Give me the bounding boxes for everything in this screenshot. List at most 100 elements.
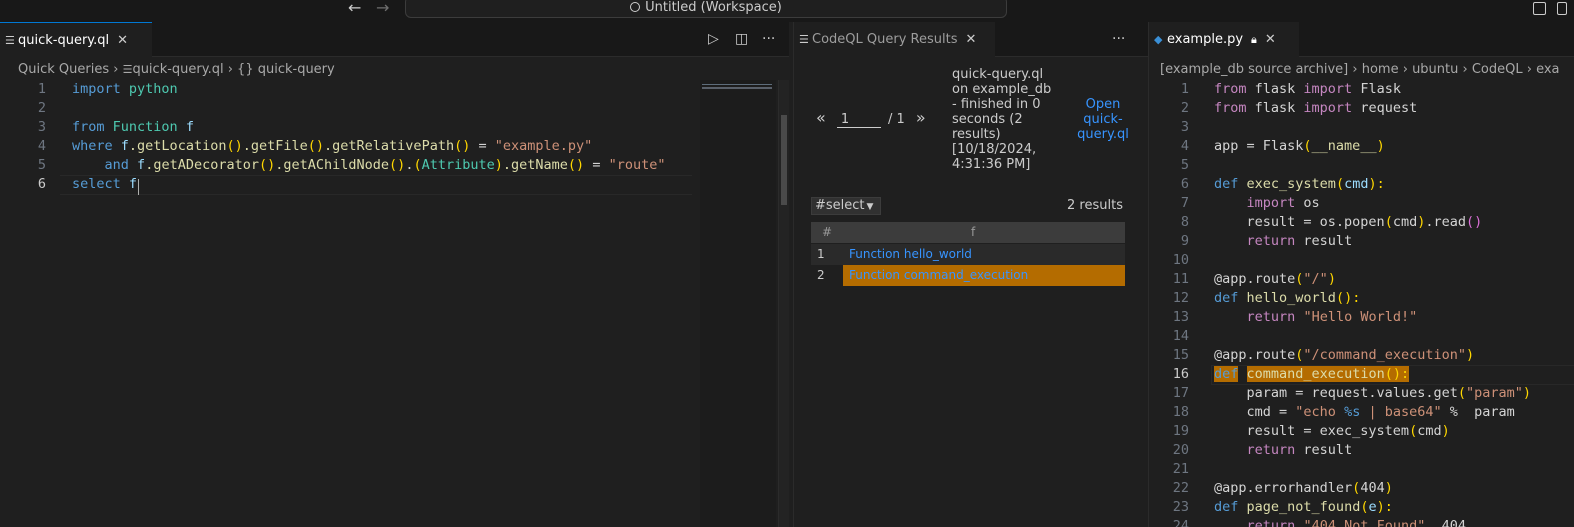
toggle-sidebar-icon[interactable] xyxy=(1533,2,1546,15)
line-number: 3 xyxy=(1180,119,1189,135)
table-row[interactable]: 1 Function hello_world xyxy=(811,244,1125,265)
code-line[interactable]: 6 select f xyxy=(0,175,137,194)
command-center[interactable]: Untitled (Workspace) xyxy=(405,0,1007,18)
code-token: cmd = xyxy=(1214,404,1296,420)
breadcrumb-item[interactable]: quick-query.ql xyxy=(132,62,223,77)
code-line[interactable]: 19 result = exec_system(cmd) xyxy=(1149,422,1450,441)
breadcrumb-item[interactable]: exa xyxy=(1536,62,1559,77)
tab-codeql-results[interactable]: ☰ CodeQL Query Results ✕ xyxy=(794,22,995,57)
code-line[interactable]: 6 def exec_system(cmd): xyxy=(1149,175,1385,194)
code-line[interactable]: 1 import python xyxy=(0,80,178,99)
code-line[interactable]: 18 cmd = "echo %s | base64" % param xyxy=(1149,403,1515,422)
code-line[interactable]: 4 where f.getLocation().getFile().getRela… xyxy=(0,137,592,156)
code-line[interactable]: 7 import os xyxy=(1149,194,1320,213)
code-line[interactable]: 17 param = request.values.get("param") xyxy=(1149,384,1531,403)
code-token: "param" xyxy=(1465,385,1523,401)
code-line[interactable]: 4 app = Flask(__name__) xyxy=(1149,137,1385,156)
code-text: @app.route("/command_execution") xyxy=(1214,346,1474,365)
code-line[interactable]: 12 def hello_world(): xyxy=(1149,289,1361,308)
result-set-select[interactable]: #select ▼ xyxy=(811,197,881,215)
table-row[interactable]: 2 Function command_execution xyxy=(811,265,1125,286)
code-token: ): xyxy=(1368,176,1385,192)
code-line[interactable]: 3 xyxy=(1149,118,1189,137)
line-number: 21 xyxy=(1172,461,1189,477)
forward-arrow-icon[interactable]: → xyxy=(376,0,389,16)
code-line[interactable]: 22 @app.errorhandler(404) xyxy=(1149,479,1393,498)
code-line[interactable]: 5 and f.getADecorator().getAChildNode().… xyxy=(0,156,666,175)
code-token: os xyxy=(1295,195,1320,211)
line-number: 5 xyxy=(37,157,46,173)
code-editor[interactable]: 1 from flask import Flask 2 from flask impo… xyxy=(1149,80,1531,527)
code-line[interactable]: 24 return "404 Not Found", 404 xyxy=(1149,517,1466,527)
code-line[interactable]: 9 return result xyxy=(1149,232,1352,251)
more-actions-icon[interactable]: ··· xyxy=(1112,22,1125,57)
previous-page-icon[interactable]: « xyxy=(816,108,826,127)
breadcrumb-item[interactable]: Quick Queries xyxy=(18,62,109,77)
code-line[interactable]: 20 return result xyxy=(1149,441,1352,460)
code-token: Function xyxy=(112,119,178,135)
tab-quick-query[interactable]: ☰ quick-query.ql ✕ xyxy=(0,22,152,57)
workspace-title: Untitled (Workspace) xyxy=(645,0,782,15)
breadcrumb-item[interactable]: [example_db source archive] xyxy=(1160,62,1348,77)
line-number: 8 xyxy=(1180,214,1189,230)
result-link[interactable]: Function command_execution xyxy=(849,268,1028,282)
code-line[interactable]: 11 @app.route("/") xyxy=(1149,270,1336,289)
more-actions-icon[interactable]: ··· xyxy=(762,22,775,57)
vertical-scrollbar[interactable] xyxy=(778,80,789,527)
code-token: f xyxy=(137,157,146,173)
code-token: param = request.values.get xyxy=(1214,385,1458,401)
code-line[interactable]: 3 from Function f xyxy=(0,118,194,137)
code-editor[interactable]: 1 import python 2 3 from Function f 4 where f.… xyxy=(0,80,666,194)
close-icon[interactable]: ✕ xyxy=(117,33,128,48)
code-token: .getADecorator xyxy=(145,157,259,173)
split-editor-icon[interactable]: ◫ xyxy=(735,22,748,57)
code-line[interactable]: 23 def page_not_found(e): xyxy=(1149,498,1393,517)
code-token: import xyxy=(1303,100,1353,116)
code-line[interactable]: 21 xyxy=(1149,460,1189,479)
code-token: return xyxy=(1246,233,1296,249)
tab-example-py[interactable]: ◆ example.py 🔒︎ ✕ xyxy=(1149,22,1299,57)
code-line[interactable]: 2 from flask import request xyxy=(1149,99,1417,118)
back-arrow-icon[interactable]: ← xyxy=(348,0,361,16)
run-query-icon[interactable]: ▷ xyxy=(708,22,719,57)
close-icon[interactable]: ✕ xyxy=(1265,32,1276,47)
code-token: "/command_execution" xyxy=(1303,347,1466,363)
toggle-panel-icon[interactable] xyxy=(1557,2,1567,15)
results-tabs: ☰ CodeQL Query Results ✕ ··· xyxy=(794,22,1148,57)
code-line[interactable]: 1 from flask import Flask xyxy=(1149,80,1401,99)
title-bar: ← → Untitled (Workspace) xyxy=(0,0,1574,22)
code-token: () xyxy=(1466,214,1483,230)
breadcrumb-item[interactable]: CodeQL xyxy=(1472,62,1523,77)
breadcrumb-item[interactable]: ubuntu xyxy=(1412,62,1458,77)
code-line[interactable]: 14 xyxy=(1149,327,1189,346)
code-text: import python xyxy=(72,80,178,99)
code-token: ( xyxy=(413,157,422,173)
code-line[interactable]: 13 return "Hello World!" xyxy=(1149,308,1418,327)
result-link[interactable]: Function hello_world xyxy=(849,247,972,261)
code-text: @app.errorhandler(404) xyxy=(1214,479,1393,498)
open-query-link[interactable]: Open quick-query.ql xyxy=(1072,97,1134,142)
code-line[interactable]: 15 @app.route("/command_execution") xyxy=(1149,346,1474,365)
code-token: result xyxy=(1295,233,1353,249)
code-line[interactable]: 8 result = os.popen(cmd).read() xyxy=(1149,213,1482,232)
line-number: 6 xyxy=(37,176,46,192)
close-icon[interactable]: ✕ xyxy=(965,32,976,47)
breadcrumb-item[interactable]: {} quick-query xyxy=(237,62,335,77)
code-text: import os xyxy=(1214,194,1320,213)
tab-label: CodeQL Query Results xyxy=(812,32,958,47)
pagination: « / 1 » xyxy=(816,108,926,128)
code-token: ) xyxy=(1376,138,1385,154)
code-token: app = Flask xyxy=(1214,138,1304,154)
tab-label: quick-query.ql xyxy=(18,33,110,48)
code-line[interactable]: 2 xyxy=(0,99,46,118)
code-line[interactable]: 16 def command_execution(): xyxy=(1149,365,1410,384)
code-line[interactable]: 5 xyxy=(1149,156,1189,175)
code-line[interactable]: 10 xyxy=(1149,251,1189,270)
breadcrumb-item[interactable]: home xyxy=(1362,62,1399,77)
code-token: request xyxy=(1352,100,1418,116)
line-number: 6 xyxy=(1180,176,1189,192)
next-page-icon[interactable]: » xyxy=(916,108,926,127)
page-input[interactable] xyxy=(836,112,881,128)
code-token: def xyxy=(1214,176,1239,192)
code-token: () xyxy=(226,138,243,154)
